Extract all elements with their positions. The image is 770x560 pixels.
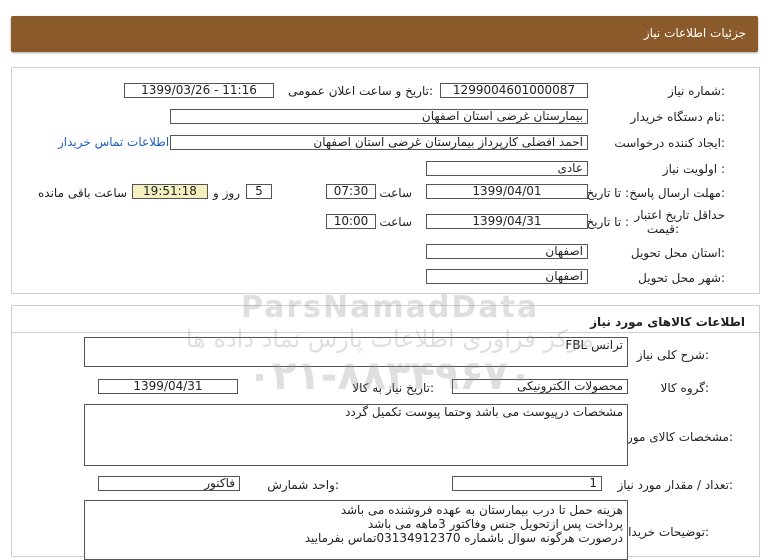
days-label: روز و: [213, 186, 240, 200]
city-field: اصفهان: [426, 269, 588, 284]
deadline-to-date-label: تا تاریخ :: [586, 186, 629, 200]
city-label: شهر محل تحویل:: [638, 271, 725, 285]
validity-date-field: 1399/04/31: [426, 214, 588, 229]
buyer-org-label: نام دستگاه خریدار:: [630, 110, 726, 124]
need-date-field: 1399/04/31: [98, 379, 238, 394]
need-info-panel: شماره نیاز: 1299004601000087 تاریخ و ساع…: [11, 67, 760, 294]
remaining-label: ساعت باقی مانده: [38, 186, 128, 200]
unit-label: واحد شمارش:: [267, 478, 339, 492]
remaining-time-field: 19:51:18: [132, 184, 208, 199]
priority-label: اولویت نیاز :: [662, 162, 725, 176]
priority-field: عادی: [426, 161, 588, 176]
goods-panel: اطلاعات کالاهای مورد نیاز شرح کلی نیاز: …: [11, 305, 760, 560]
announce-field: 1399/03/26 - 11:16: [124, 83, 274, 98]
group-label: گروه کالا:: [660, 381, 710, 395]
buyer-contact-link[interactable]: اطلاعات تماس خریدار: [58, 135, 169, 149]
validity-label-line1: حداقل تاریخ اعتبار: [634, 208, 725, 222]
group-field: محصولات الکترونیکی: [452, 379, 628, 394]
qty-label: تعداد / مقدار مورد نیاز:: [617, 478, 733, 492]
deadline-time-label: ساعت: [379, 186, 412, 200]
validity-to-date-label: تا تاریخ :: [586, 215, 629, 229]
deadline-date-field: 1399/04/01: [426, 184, 588, 199]
page-title: جزئیات اطلاعات نیاز: [643, 26, 746, 40]
page-header: جزئیات اطلاعات نیاز: [11, 16, 758, 52]
creator-field: احمد افضلی کارپرداز بیمارستان غرضی استان…: [170, 135, 588, 150]
buyer-notes-line: هزینه حمل تا درب بیمارستان به عهده فروشن…: [340, 503, 623, 517]
need-number-label: شماره نیاز:: [667, 84, 725, 98]
goods-section-title: اطلاعات کالاهای مورد نیاز: [590, 315, 745, 329]
buyer-org-field: بیمارستان غرضی استان اصفهان: [170, 109, 588, 124]
spec-field: مشخصات درپیوست می باشد وحتما پیوست تکمیل…: [84, 404, 628, 466]
desc-field: ترانس FBL: [84, 337, 628, 367]
validity-label-line2: قیمت:: [646, 222, 679, 236]
province-label: استان محل تحویل:: [630, 246, 725, 260]
days-field: 5: [246, 184, 272, 199]
unit-field: فاکتور: [98, 476, 240, 491]
creator-label: ایجاد کننده درخواست:: [614, 136, 725, 150]
buyer-notes-field: هزینه حمل تا درب بیمارستان به عهده فروشن…: [84, 500, 628, 560]
announce-label: تاریخ و ساعت اعلان عمومی:: [288, 84, 433, 98]
buyer-notes-line: پرداخت پس ازتحویل جنس وفاکتور 3ماهه می ب…: [367, 517, 623, 531]
validity-time-label: ساعت: [379, 215, 412, 229]
section-divider: [12, 332, 759, 333]
province-field: اصفهان: [426, 244, 588, 259]
desc-label: شرح کلی نیاز:: [636, 348, 709, 362]
deadline-time-field: 07:30: [326, 184, 376, 199]
qty-field: 1: [452, 476, 602, 491]
validity-time-field: 10:00: [326, 214, 376, 229]
need-date-label: تاریخ نیاز به کالا:: [352, 381, 434, 395]
deadline-label: مهلت ارسال پاسخ:: [629, 186, 725, 200]
need-number-field: 1299004601000087: [440, 83, 588, 98]
buyer-notes-line: درصورت هرگونه سوال باشماره 03134912370تم…: [304, 531, 623, 545]
buyer-notes-label: توضیحات خریدار:: [622, 525, 709, 539]
